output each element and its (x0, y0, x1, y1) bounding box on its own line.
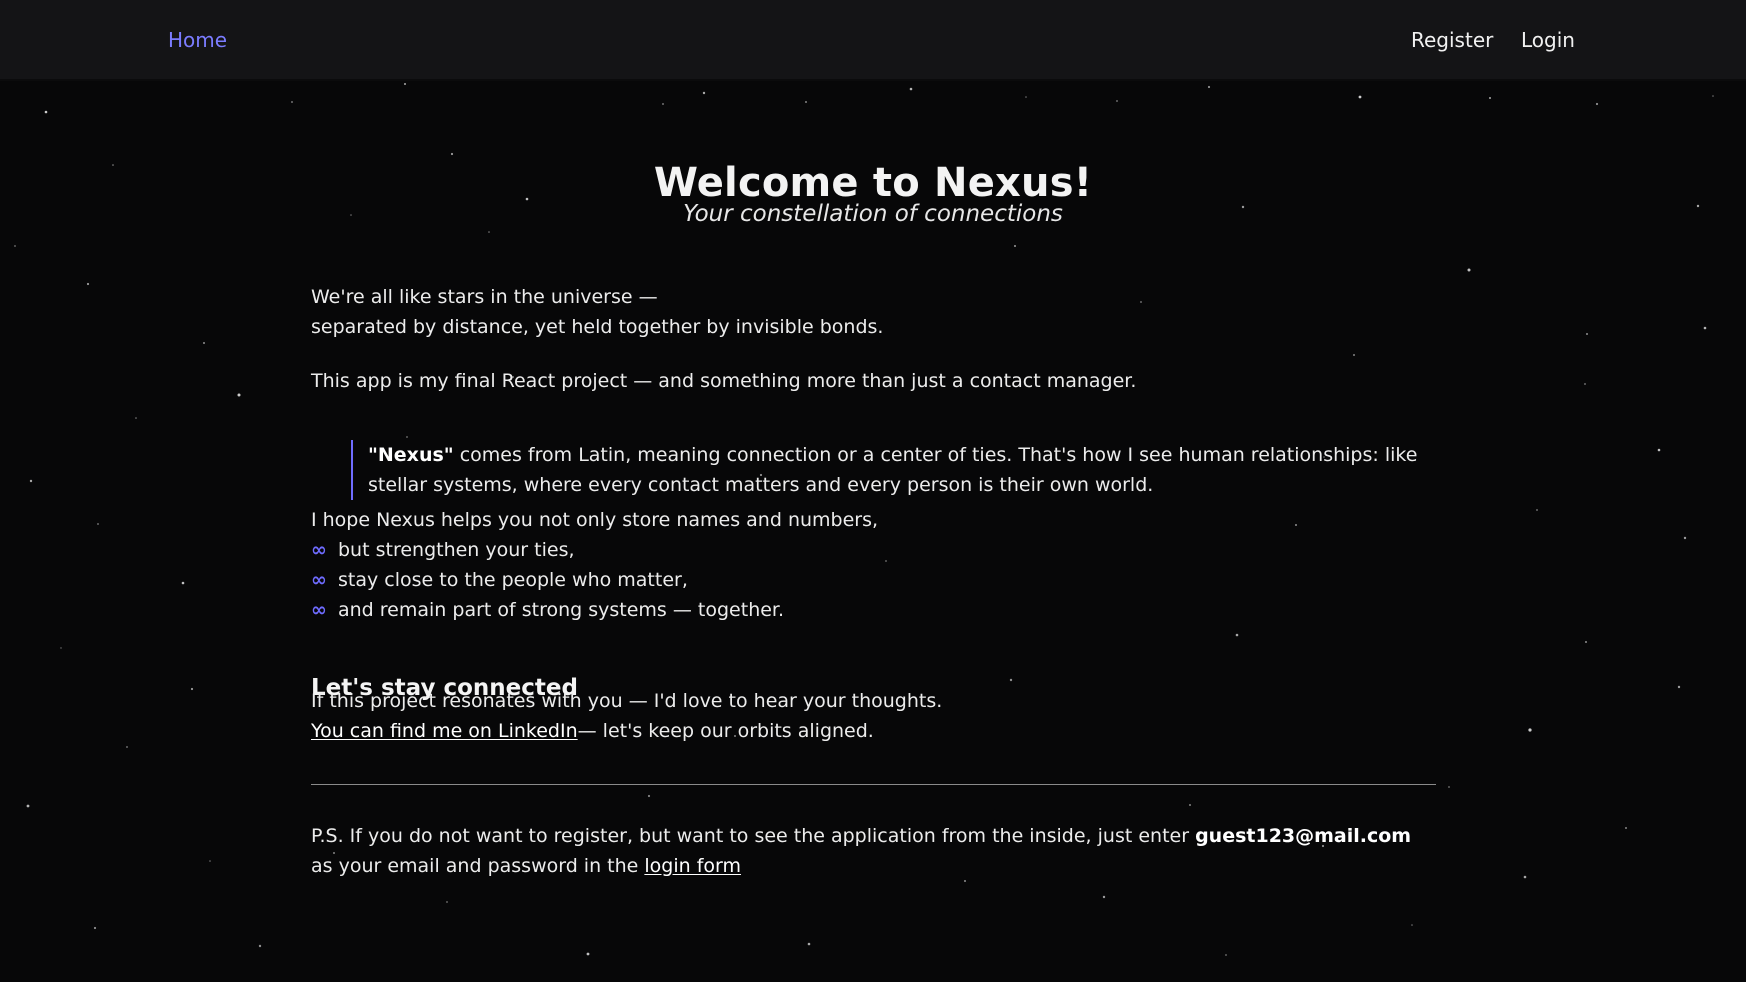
login-form-link[interactable]: login form (644, 855, 741, 877)
project-description: This app is my final React project — and… (311, 370, 1137, 392)
hopes-lead: I hope Nexus helps you not only store na… (311, 509, 879, 531)
home-link[interactable]: Home (168, 28, 227, 52)
intro-line-1: We're all like stars in the universe — (311, 286, 658, 308)
login-link[interactable]: Login (1521, 28, 1575, 52)
hopes-list: I hope Nexus helps you not only store na… (311, 505, 1436, 625)
ps-line-2: as your email and password in the login … (311, 851, 1436, 881)
list-item: ∞ stay close to the people who matter, (311, 565, 1436, 595)
connect-section: If this project resonates with you — I'd… (311, 686, 1436, 746)
ps-prefix: P.S. If you do not want to register, but… (311, 825, 1196, 847)
linkedin-link[interactable]: You can find me on LinkedIn (311, 720, 578, 742)
list-item: ∞ but strengthen your ties, (311, 535, 1436, 565)
list-item-text: but strengthen your ties, (338, 539, 575, 561)
quote-line-1-rest: comes from Latin, meaning connection or … (453, 444, 1418, 466)
connect-line-2: You can find me on LinkedIn— let's keep … (311, 716, 1436, 746)
nexus-term: "Nexus" (368, 444, 454, 466)
register-link[interactable]: Register (1411, 28, 1493, 52)
infinity-icon: ∞ (311, 539, 327, 561)
page-subtitle: Your constellation of connections (683, 201, 1063, 227)
intro-line-2: separated by distance, yet held together… (311, 316, 884, 338)
infinity-icon: ∞ (311, 569, 327, 591)
infinity-icon: ∞ (311, 599, 327, 621)
ps-note: P.S. If you do not want to register, but… (311, 821, 1436, 881)
list-item: ∞ and remain part of strong systems — tog… (311, 595, 1436, 625)
top-navigation: Home Register Login (0, 0, 1746, 79)
quote-line-2: stellar systems, where every contact mat… (368, 474, 1154, 496)
guest-email: guest123@mail.com (1195, 825, 1412, 847)
ps-line-1: P.S. If you do not want to register, but… (311, 821, 1436, 851)
list-item-text: stay close to the people who matter, (338, 569, 688, 591)
quote-line-1: "Nexus" comes from Latin, meaning connec… (368, 440, 1476, 470)
list-item-text: and remain part of strong systems — toge… (338, 599, 785, 621)
intro-paragraph: We're all like stars in the universe — s… (311, 282, 1436, 342)
content-divider (311, 784, 1436, 785)
connect-line-1: If this project resonates with you — I'd… (311, 690, 943, 712)
welcome-content: Welcome to Nexus! Your constellation of … (0, 0, 1746, 982)
nexus-quote: "Nexus" comes from Latin, meaning connec… (351, 440, 1476, 500)
ps-line-2-prefix: as your email and password in the (311, 855, 645, 877)
linkedin-trailing-text: — let's keep our orbits aligned. (577, 720, 874, 742)
